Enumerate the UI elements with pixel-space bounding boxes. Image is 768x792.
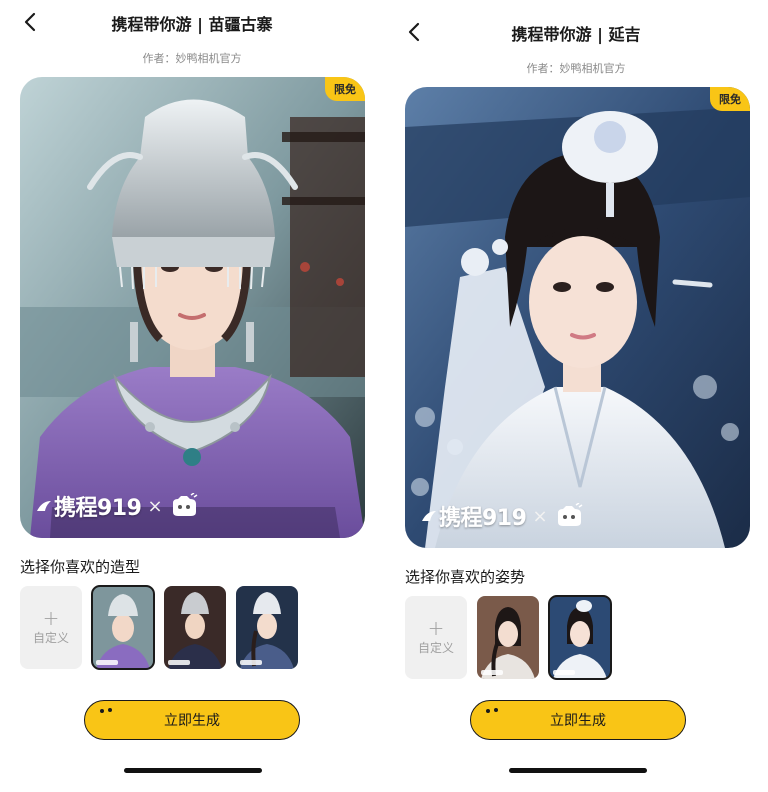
mini-watermark bbox=[240, 660, 262, 665]
thumbnail-miao-braid[interactable] bbox=[236, 586, 298, 669]
camera-logo-icon bbox=[557, 503, 582, 526]
thumb-image bbox=[549, 596, 611, 679]
hero-image: 限免 携程919 × bbox=[405, 87, 750, 548]
thumbnail-list: + 自定义 bbox=[405, 595, 612, 680]
free-badge: 限免 bbox=[710, 87, 750, 111]
screen-miao: 携程带你游 | 苗疆古寨 作者：妙鸭相机官方 限免 携程919 × 选择你喜欢的… bbox=[0, 0, 384, 792]
brand-cross: × bbox=[532, 505, 548, 527]
pose-section-label: 选择你喜欢的姿势 bbox=[405, 568, 526, 586]
brand-watermark: 携程919 × bbox=[36, 490, 199, 522]
ctrip-logo: 携程919 bbox=[36, 490, 142, 522]
generate-label: 立即生成 bbox=[164, 713, 220, 729]
eyes-icon bbox=[486, 708, 498, 713]
thumb-image bbox=[236, 586, 298, 669]
portrait-miao bbox=[20, 77, 365, 538]
custom-label: 自定义 bbox=[417, 641, 454, 655]
custom-tile[interactable]: + 自定义 bbox=[20, 586, 82, 669]
style-section-label: 选择你喜欢的造型 bbox=[20, 558, 141, 576]
thumbnail-miao-dark[interactable] bbox=[164, 586, 226, 669]
wing-icon bbox=[37, 501, 51, 511]
hero-image: 限免 携程919 × bbox=[20, 77, 365, 538]
page-title: 携程带你游 | 苗疆古寨 bbox=[111, 15, 273, 34]
brand-cross: × bbox=[147, 495, 163, 517]
thumbnail-yanji-braid[interactable] bbox=[477, 596, 539, 679]
brand-text: 携程919 bbox=[54, 496, 142, 521]
brand-text: 携程919 bbox=[439, 506, 527, 531]
portrait-yanji bbox=[405, 87, 750, 548]
thumbnail-miao-purple[interactable] bbox=[91, 585, 155, 670]
free-badge: 限免 bbox=[325, 77, 365, 101]
page-title: 携程带你游 | 延吉 bbox=[511, 25, 641, 44]
thumb-image bbox=[92, 586, 154, 669]
home-indicator[interactable] bbox=[124, 768, 262, 773]
thumb-image bbox=[477, 596, 539, 679]
camera-logo-icon bbox=[172, 493, 197, 516]
thumbnail-yanji-white[interactable] bbox=[548, 595, 612, 680]
ctrip-logo: 携程919 bbox=[421, 500, 527, 532]
mini-watermark bbox=[96, 660, 118, 665]
plus-icon: + bbox=[427, 616, 445, 640]
generate-button[interactable]: 立即生成 bbox=[470, 700, 686, 740]
author-line: 作者：妙鸭相机官方 bbox=[142, 52, 242, 65]
custom-tile[interactable]: + 自定义 bbox=[405, 596, 467, 679]
screen-yanji: 携程带你游 | 延吉 作者：妙鸭相机官方 限免 携程919 × 选择你喜欢的姿势… bbox=[384, 0, 768, 792]
author-line: 作者：妙鸭相机官方 bbox=[526, 62, 626, 75]
wing-icon bbox=[422, 511, 436, 521]
plus-icon: + bbox=[42, 606, 60, 630]
eyes-icon bbox=[100, 708, 112, 713]
thumbnail-list: + 自定义 bbox=[20, 585, 298, 670]
generate-button[interactable]: 立即生成 bbox=[84, 700, 300, 740]
generate-label: 立即生成 bbox=[550, 713, 606, 729]
mini-watermark bbox=[168, 660, 190, 665]
mini-watermark bbox=[553, 670, 575, 675]
custom-label: 自定义 bbox=[32, 631, 69, 645]
brand-watermark: 携程919 × bbox=[421, 500, 584, 532]
mini-watermark bbox=[481, 670, 503, 675]
thumb-image bbox=[164, 586, 226, 669]
home-indicator[interactable] bbox=[509, 768, 647, 773]
